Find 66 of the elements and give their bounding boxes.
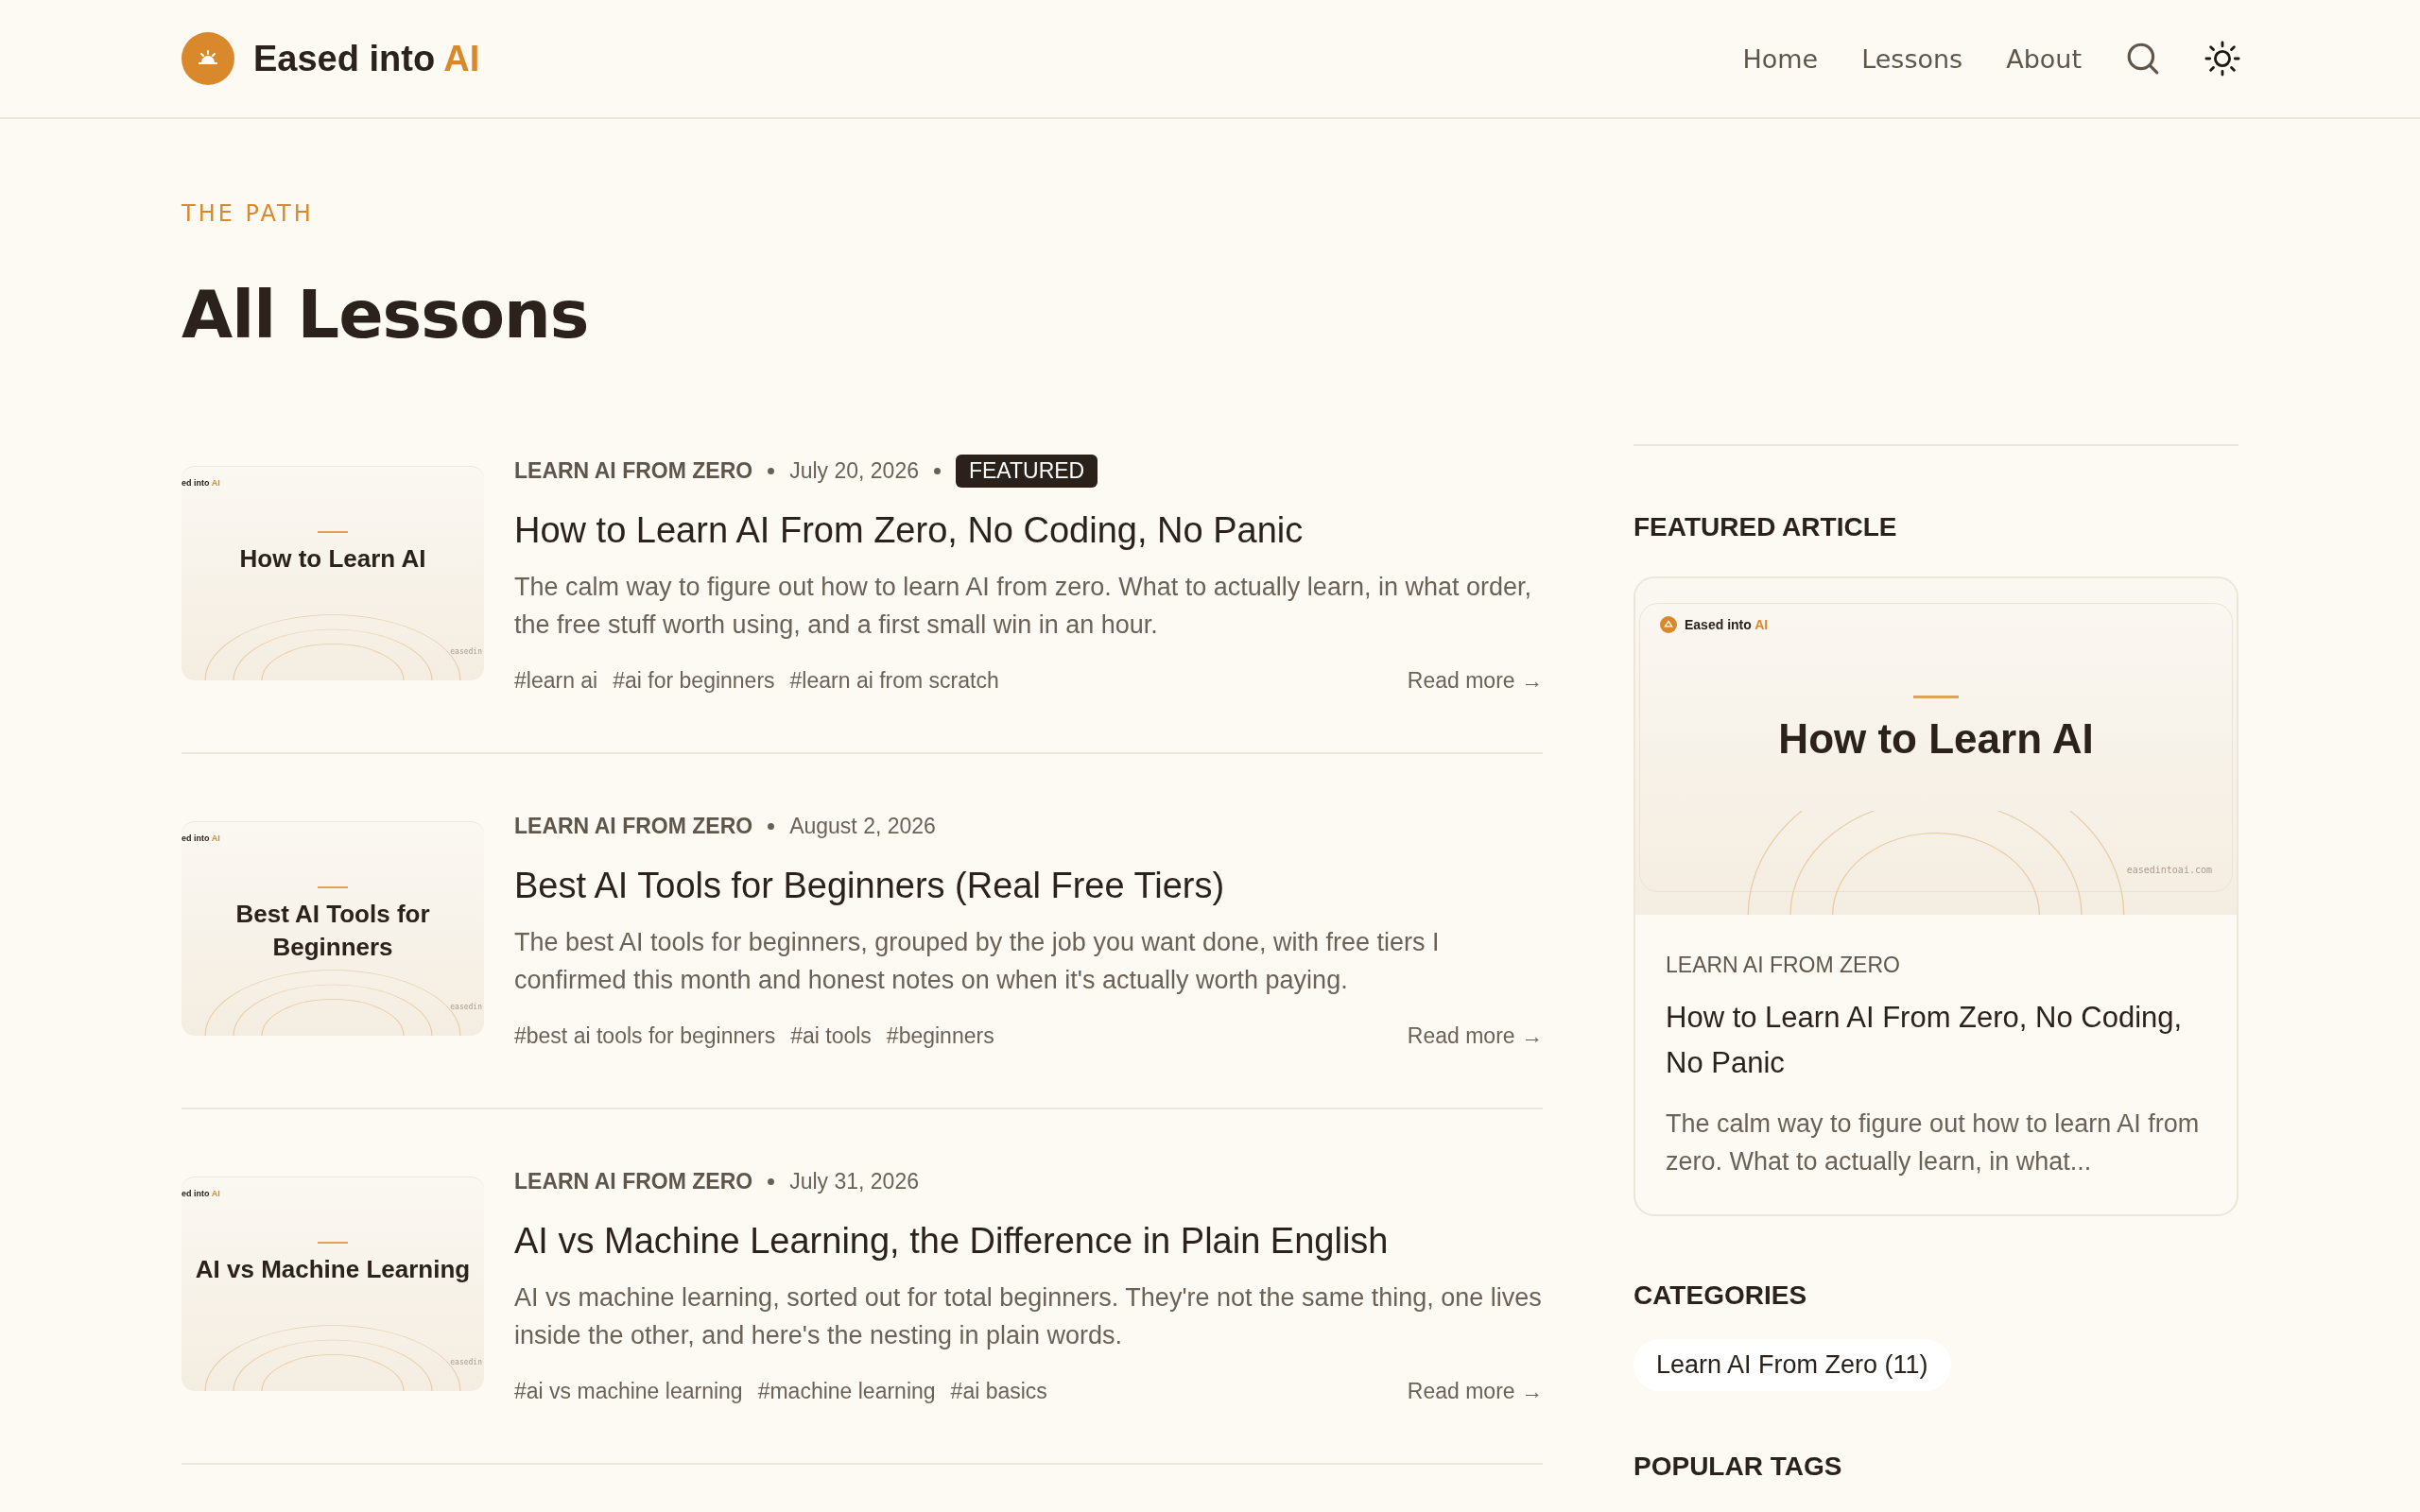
logo-icon xyxy=(1660,616,1677,633)
separator-dot xyxy=(768,1177,775,1185)
category-pill[interactable]: Learn AI From Zero (11) xyxy=(1634,1339,1951,1391)
nav-link[interactable]: Home xyxy=(1742,43,1819,74)
sun-icon[interactable] xyxy=(2204,41,2240,77)
cover-domain: easedin xyxy=(450,1002,482,1011)
cover-brand: ed into AI xyxy=(182,1188,220,1198)
tag-link[interactable]: #ai basics xyxy=(950,1379,1047,1404)
separator-dot xyxy=(768,822,775,830)
tag-link[interactable]: #learn ai from scratch xyxy=(789,668,999,694)
sidebar-heading: CATEGORIES xyxy=(1634,1280,1808,1311)
separator-dot xyxy=(768,467,775,474)
search-icon[interactable] xyxy=(2125,41,2161,77)
tag-link[interactable]: #best ai tools for beginners xyxy=(514,1023,776,1049)
tag-link[interactable]: #ai tools xyxy=(790,1023,872,1049)
article-title[interactable]: AI vs Machine Learning, the Difference in Plain English xyxy=(514,1221,1543,1262)
cover-brand: Eased into AI xyxy=(1685,617,1769,632)
tag-link[interactable]: #beginners xyxy=(886,1023,994,1049)
category-label[interactable]: LEARN AI FROM ZERO xyxy=(514,457,753,484)
sidebar-heading: POPULAR TAGS xyxy=(1634,1452,1843,1482)
category-label: LEARN AI FROM ZERO xyxy=(1666,953,1901,978)
accent-line xyxy=(1913,696,1959,698)
accent-line xyxy=(318,1241,348,1244)
article-title[interactable]: How to Learn AI From Zero, No Coding, No Panic xyxy=(1666,995,2206,1086)
logo-icon[interactable] xyxy=(182,32,234,85)
featured-badge: FEATURED xyxy=(955,454,1098,488)
cover-domain: easedin xyxy=(450,646,482,656)
separator-dot xyxy=(933,467,941,474)
nav-link[interactable]: About xyxy=(2006,43,2082,74)
cover-title: How to Learn AI xyxy=(239,542,426,575)
category-label[interactable]: LEARN AI FROM ZERO xyxy=(514,813,753,839)
post-date: July 20, 2026 xyxy=(789,457,919,484)
category-label[interactable]: LEARN AI FROM ZERO xyxy=(514,1168,753,1194)
read-more-link[interactable]: Read more → xyxy=(1407,668,1543,694)
cover-domain: easedintoai.com xyxy=(2126,865,2212,875)
article-title[interactable]: How to Learn AI From Zero, No Coding, No Panic xyxy=(514,510,1543,551)
tag-link[interactable]: #ai for beginners xyxy=(613,668,775,694)
thumbnail[interactable]: ed into AI Best AI Tools for Beginners easedin xyxy=(182,820,484,1036)
accent-line xyxy=(318,885,348,888)
sidebar-heading: FEATURED ARTICLE xyxy=(1634,512,1898,542)
tag-link[interactable]: #ai vs machine learning xyxy=(514,1379,743,1404)
thumbnail[interactable]: ed into AI AI vs Machine Learning easedin xyxy=(182,1176,484,1391)
cover-title: Best AI Tools for Beginners xyxy=(234,898,431,963)
read-more-link[interactable]: Read more → xyxy=(1407,1379,1543,1404)
tag-link[interactable]: #learn ai xyxy=(514,668,598,694)
article-excerpt: The calm way to figure out how to learn AI from zero. What to actually learn, in what order, the free stuff worth using, and a first small win in an hour. xyxy=(514,572,1532,641)
cover-title: AI vs Machine Learning xyxy=(195,1253,471,1285)
featured-card[interactable]: Eased into AI How to Learn AI easedintoai.com LEARN AI FROM ZERO How to Learn AI From Zero, No Coding, No Panic The calm way to figure out how to learn AI from zero. What to actually learn, in what... xyxy=(1634,576,2238,1216)
tag-link[interactable]: #machine learning xyxy=(757,1379,936,1404)
article-excerpt: The calm way to figure out how to learn AI from zero. What to actually learn, in what... xyxy=(1666,1108,2201,1177)
accent-line xyxy=(318,530,348,533)
page-title: All Lessons xyxy=(182,276,590,353)
article-excerpt: The best AI tools for beginners, grouped by the job you want done, with free tiers I confirmed this month and honest notes on when it's actually worth paying. xyxy=(514,927,1441,996)
thumbnail[interactable]: ed into AI How to Learn AI easedin xyxy=(182,465,484,680)
article-title[interactable]: Best AI Tools for Beginners (Real Free Tiers) xyxy=(514,866,1543,906)
post-date: July 31, 2026 xyxy=(789,1168,919,1194)
article-excerpt: AI vs machine learning, sorted out for total beginners. They're not the same thing, one lives inside the other, and here's the nesting in plain words. xyxy=(514,1282,1543,1351)
cover-domain: easedin xyxy=(450,1357,482,1366)
section-eyebrow: THE PATH xyxy=(182,200,315,227)
site-title[interactable]: Eased into AI xyxy=(253,38,480,79)
cover-title: How to Learn AI xyxy=(1778,715,2094,763)
cover-brand: ed into AI xyxy=(182,477,220,488)
post-date: August 2, 2026 xyxy=(789,813,936,839)
read-more-link[interactable]: Read more → xyxy=(1407,1023,1543,1049)
nav-link[interactable]: Lessons xyxy=(1861,43,1963,74)
cover-brand: ed into AI xyxy=(182,833,220,843)
